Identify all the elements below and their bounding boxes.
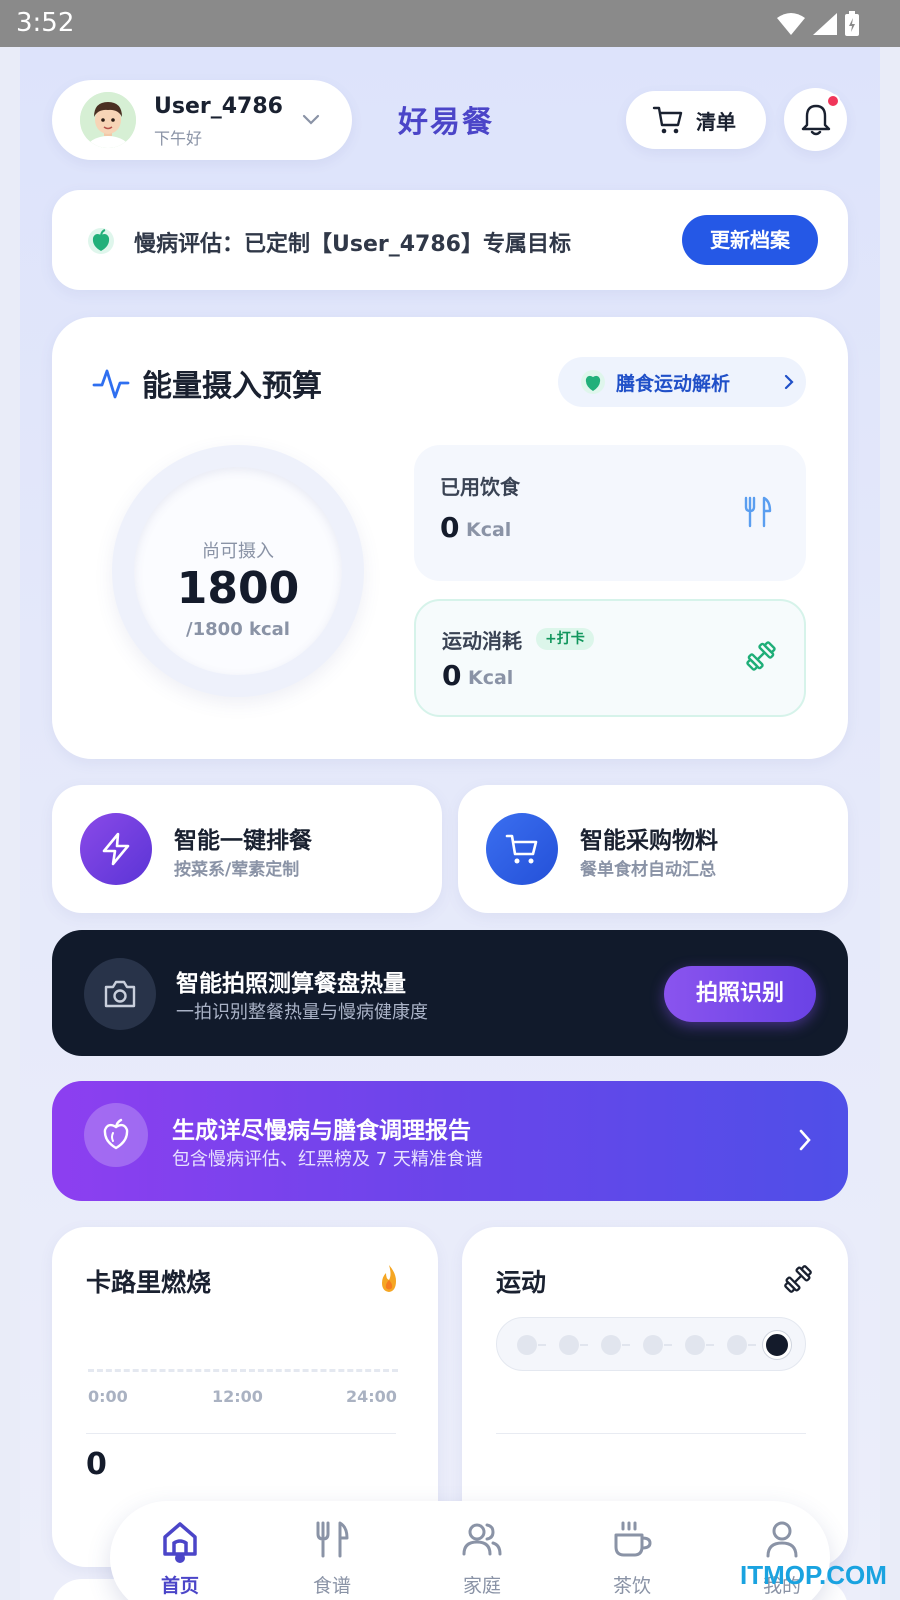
notification-dot — [826, 94, 840, 108]
dumbbell-icon — [746, 641, 776, 671]
axis-label: 24:00 — [346, 1387, 397, 1406]
dumbbell-icon — [784, 1265, 812, 1293]
app-title: 好易餐 — [398, 105, 494, 140]
tab-family[interactable]: 家庭 — [432, 1501, 532, 1600]
divider — [496, 1433, 806, 1434]
update-profile-button[interactable]: 更新档案 — [682, 215, 818, 265]
meal-plan-title: 智能一键排餐 — [174, 828, 312, 854]
report-subtitle: 包含慢病评估、红黑榜及 7 天精准食谱 — [172, 1149, 483, 1170]
photo-recognize-button[interactable]: 拍照识别 — [664, 966, 816, 1022]
user-switcher[interactable]: User_4786 下午好 — [52, 80, 352, 160]
exercise-burn-label: 运动消耗 — [442, 629, 522, 653]
tab-label: 茶饮 — [612, 1575, 651, 1597]
diet-intake-unit: Kcal — [466, 519, 512, 541]
family-icon — [462, 1523, 502, 1556]
active-indicator — [175, 1553, 185, 1563]
cart-icon — [652, 106, 683, 134]
status-time: 3:52 — [16, 8, 75, 38]
remaining-total: /1800 kcal — [186, 619, 290, 640]
divider — [86, 1433, 396, 1434]
analysis-link-label: 膳食运动解析 — [616, 373, 731, 395]
photo-banner-title: 智能拍照测算餐盘热量 — [176, 971, 406, 997]
exercise-burn-unit: Kcal — [468, 667, 514, 689]
exercise-burn-box[interactable]: 运动消耗 +打卡 0 Kcal — [414, 599, 806, 717]
profile-icon — [766, 1521, 798, 1558]
tab-recipes[interactable]: 食谱 — [282, 1501, 382, 1600]
progress-node — [559, 1335, 579, 1355]
photo-calorie-banner: 智能拍照测算餐盘热量 一拍识别整餐热量与慢病健康度 拍照识别 — [52, 930, 848, 1056]
progress-node — [643, 1335, 663, 1355]
lightning-icon — [102, 832, 130, 866]
greeting-text: 下午好 — [154, 129, 203, 148]
energy-title: 能量摄入预算 — [142, 369, 322, 404]
shopping-subtitle: 餐单食材自动汇总 — [580, 860, 716, 880]
progress-node — [517, 1335, 537, 1355]
calorie-burn-value: 0 — [86, 1447, 107, 1482]
exercise-progress-track — [496, 1317, 806, 1371]
progress-node — [601, 1335, 621, 1355]
chevron-right-icon — [799, 1129, 811, 1151]
tab-tea[interactable]: 茶饮 — [582, 1501, 682, 1600]
axis-label: 0:00 — [88, 1387, 128, 1406]
cart-icon — [505, 834, 538, 864]
apple-icon — [103, 1118, 129, 1150]
bottom-tab-bar: 首页 食谱 家庭 茶饮 我的 — [110, 1501, 830, 1600]
calorie-ring: 尚可摄入 1800 /1800 kcal — [112, 445, 364, 697]
meal-plan-subtitle: 按菜系/荤素定制 — [174, 860, 300, 880]
apple-icon — [581, 370, 605, 394]
remaining-value: 1800 — [176, 563, 300, 614]
flame-icon — [382, 1265, 396, 1292]
photo-banner-subtitle: 一拍识别整餐热量与慢病健康度 — [176, 1002, 428, 1023]
status-bar: 3:52 — [0, 0, 900, 47]
smart-meal-plan-button[interactable]: 智能一键排餐 按菜系/荤素定制 — [52, 785, 442, 913]
tab-label: 食谱 — [312, 1575, 351, 1597]
utensils-icon — [316, 1521, 349, 1558]
energy-budget-card: 能量摄入预算 膳食运动解析 尚可摄入 1800 /1800 kcal 已用饮食 … — [52, 317, 848, 759]
bell-icon — [801, 104, 831, 136]
avatar — [80, 92, 136, 148]
tab-label: 首页 — [160, 1575, 199, 1597]
status-icons — [776, 11, 860, 37]
progress-node-active — [763, 1331, 791, 1359]
report-title: 生成详尽慢病与膳食调理报告 — [172, 1118, 471, 1144]
calorie-burn-title: 卡路里燃烧 — [86, 1268, 212, 1297]
app-screen: User_4786 下午好 好易餐 清单 慢病评估：已定制【User_4786】… — [20, 47, 880, 1600]
diet-intake-label: 已用饮食 — [440, 475, 520, 499]
progress-node — [727, 1335, 747, 1355]
shopping-list-label: 清单 — [696, 110, 736, 134]
progress-node — [685, 1335, 705, 1355]
exercise-burn-value: 0 — [442, 659, 462, 692]
exercise-title: 运动 — [496, 1268, 547, 1297]
tab-home[interactable]: 首页 — [130, 1501, 230, 1600]
chevron-down-icon — [302, 114, 320, 125]
cup-icon — [614, 1521, 652, 1557]
utensils-icon — [744, 496, 772, 528]
site-watermark: ITMOP.COM — [740, 1560, 887, 1590]
shopping-list-button[interactable]: 清单 — [626, 91, 766, 149]
tab-label: 家庭 — [462, 1575, 501, 1597]
chart-baseline — [88, 1369, 398, 1372]
wifi-icon — [777, 13, 805, 35]
signal-icon — [813, 13, 837, 35]
pulse-icon — [92, 369, 130, 399]
assessment-bar: 慢病评估：已定制【User_4786】专属目标 更新档案 — [52, 190, 848, 290]
diet-intake-value: 0 — [440, 511, 460, 544]
user-name: User_4786 — [154, 94, 283, 119]
shopping-title: 智能采购物料 — [580, 828, 718, 854]
chevron-right-icon — [784, 374, 794, 390]
report-banner[interactable]: 生成详尽慢病与膳食调理报告 包含慢病评估、红黑榜及 7 天精准食谱 — [52, 1081, 848, 1201]
assessment-text: 慢病评估：已定制【User_4786】专属目标 — [134, 232, 571, 257]
checkin-badge[interactable]: +打卡 — [536, 628, 594, 650]
notification-button[interactable] — [784, 88, 847, 151]
axis-label: 12:00 — [212, 1387, 263, 1406]
smart-shopping-button[interactable]: 智能采购物料 餐单食材自动汇总 — [458, 785, 848, 913]
remaining-label: 尚可摄入 — [202, 541, 274, 562]
diet-intake-box[interactable]: 已用饮食 0 Kcal — [414, 445, 806, 581]
apple-shield-icon — [88, 228, 114, 254]
camera-icon — [104, 980, 136, 1008]
battery-icon — [845, 11, 859, 36]
diet-exercise-analysis-link[interactable]: 膳食运动解析 — [558, 357, 806, 407]
